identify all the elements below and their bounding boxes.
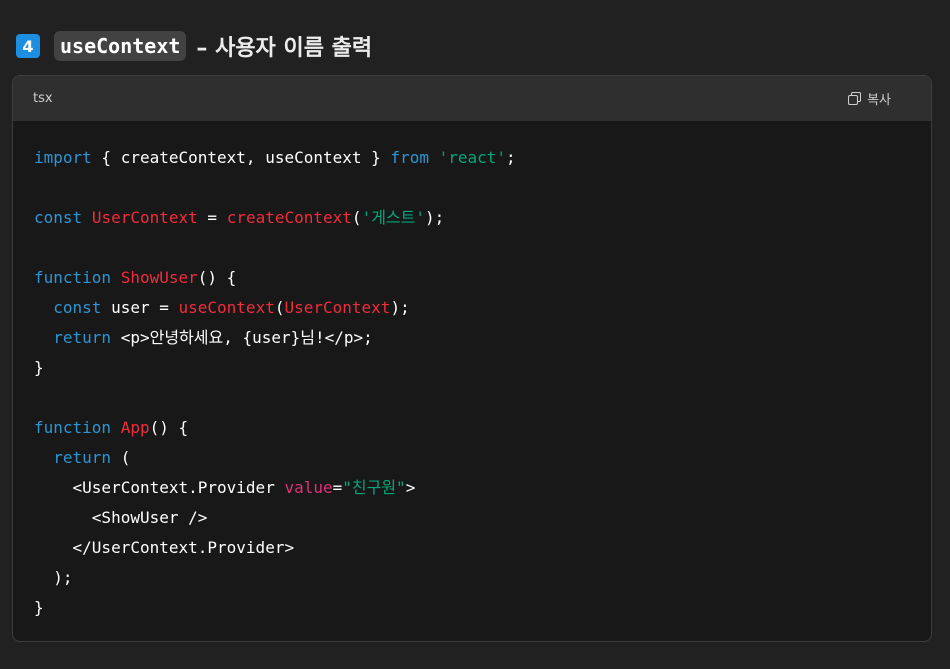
code-token: ); [390,298,410,317]
heading-text: – 사용자 이름 출력 [196,36,373,61]
code-token: return [53,328,112,347]
code-token: import [34,148,92,167]
code-token: UserContext [284,298,391,317]
code-line: ); [34,563,931,593]
code-token: <p>안녕하세요, {user}님!</p>; [111,328,373,347]
code-line: <UserContext.Provider value="친구원"> [34,473,931,503]
code-token: ); [425,208,445,227]
code-token: { createContext, useContext } [91,148,391,167]
code-body: import { createContext, useContext } fro… [13,121,931,623]
code-line: } [34,593,931,623]
code-line: const user = useContext(UserContext); [34,293,931,323]
copy-button-label: 복사 [867,93,891,108]
code-line: import { createContext, useContext } fro… [34,143,931,173]
code-token: return [53,448,112,467]
code-token: </UserContext.Provider> [34,538,295,557]
code-token: "친구원" [342,478,406,497]
code-token: ( [351,208,362,227]
code-token: App [120,418,150,437]
code-token: const [53,298,102,317]
number-four-badge: 4 [16,34,40,58]
code-line: return <p>안녕하세요, {user}님!</p>; [34,323,931,353]
code-token: value [284,478,333,497]
code-token: ); [34,568,73,587]
code-token: ShowUser [120,268,198,287]
code-line: return ( [34,443,931,473]
code-token: <UserContext.Provider [34,478,285,497]
code-token: createContext [226,208,352,227]
section-heading: 4 useContext – 사용자 이름 출력 [16,29,372,63]
copy-icon [848,92,862,105]
code-token: <ShowUser /> [34,508,208,527]
code-line: </UserContext.Provider> [34,533,931,563]
code-line: <ShowUser /> [34,503,931,533]
code-block-header: tsx 복사 [13,76,931,121]
code-token: function [34,418,112,437]
code-token: () { [197,268,237,287]
code-token: function [34,268,112,287]
code-line: const UserContext = createContext('게스트')… [34,203,931,233]
code-token: ( [111,448,131,467]
code-token: user = [101,298,179,317]
code-token: = [332,478,343,497]
code-token: = [197,208,227,227]
code-token: UserContext [91,208,198,227]
code-token: 'react' [438,148,507,167]
code-token: } [34,358,44,377]
code-token: const [34,208,83,227]
code-token: ; [506,148,516,167]
code-token: () { [149,418,189,437]
code-token: > [405,478,416,497]
code-token: '게스트' [361,208,425,227]
code-token: useContext [178,298,275,317]
code-line: } [34,353,931,383]
code-token: } [34,598,44,617]
heading-inline-code: useContext [54,31,187,61]
copy-code-button[interactable]: 복사 [848,89,891,108]
code-line: function ShowUser() { [34,263,931,293]
code-token: from [390,148,429,167]
code-language-label: tsx [33,91,53,106]
code-line: function App() { [34,413,931,443]
code-block: tsx 복사 import { createContext, useContex… [12,75,932,642]
